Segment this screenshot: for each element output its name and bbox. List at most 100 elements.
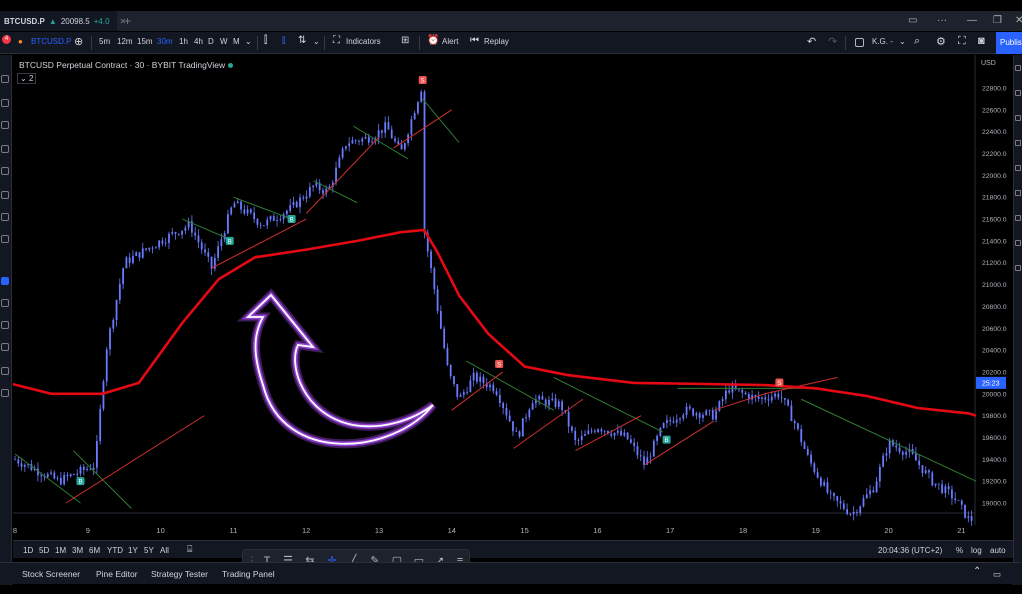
chevron-up-icon[interactable]: ⌃ [973, 566, 981, 577]
range-all[interactable]: All [160, 546, 169, 555]
pattern-icon[interactable] [1, 145, 9, 153]
indicators-button[interactable]: Indicators [346, 37, 381, 46]
tab-strategy-tester[interactable]: Strategy Tester [151, 569, 208, 579]
range-5y[interactable]: 5Y [144, 546, 154, 555]
tab-trading-panel[interactable]: Trading Panel [222, 569, 275, 579]
indicators-icon[interactable]: ⛶ [333, 35, 340, 46]
time-label: 18 [739, 526, 747, 535]
magnet-icon[interactable] [1, 321, 9, 329]
trash-icon[interactable] [1, 389, 9, 397]
range-3m[interactable]: 3M [72, 546, 83, 555]
prediction-icon[interactable] [1, 167, 9, 175]
interval-4h[interactable]: 4h [194, 37, 203, 46]
interval-5m[interactable]: 5m [99, 37, 110, 46]
indicator-collapse-toggle[interactable]: ⌄ 2 [17, 73, 37, 84]
alarm-icon[interactable]: ⏰ [427, 35, 439, 46]
candle-body [279, 219, 282, 220]
bar-style-icon[interactable]: ⫿ [264, 35, 267, 46]
layout-name[interactable]: K.G. - [872, 37, 893, 46]
compare-icon[interactable]: ⇅ [298, 35, 306, 46]
more-icon[interactable]: ··· [937, 15, 947, 26]
utc-clock[interactable]: 20:04:36 (UTC+2) [878, 546, 942, 555]
price-label: 22400.0 [982, 129, 1007, 136]
candle-body [580, 435, 583, 441]
crosshair-icon[interactable] [1, 75, 9, 83]
brush-icon[interactable] [1, 191, 9, 199]
layout-icon[interactable] [855, 38, 864, 47]
tab-pine-editor[interactable]: Pine Editor [96, 569, 138, 579]
help-icon[interactable] [1015, 265, 1021, 271]
trendline-icon[interactable] [1, 99, 9, 107]
candle-body [659, 427, 662, 436]
interval-m[interactable]: M [233, 37, 240, 46]
redo-icon[interactable]: ↷ [828, 35, 837, 48]
interval-15m[interactable]: 15m [137, 37, 153, 46]
hotlist-icon[interactable] [1015, 140, 1021, 146]
chart-tab[interactable]: BTCUSD.P ▲ 20098.5 +4.0 ✕ [0, 11, 126, 31]
tab-stock-screener[interactable]: Stock Screener [22, 569, 80, 579]
templates-icon[interactable]: ⊞ [401, 35, 409, 46]
candle-body [505, 408, 508, 416]
chevron-down-icon[interactable]: ⌄ [899, 37, 906, 46]
icons-icon[interactable] [1, 235, 9, 243]
replay-button[interactable]: Replay [484, 37, 509, 46]
candle-body [951, 489, 953, 499]
close-window-icon[interactable]: ✕ [1015, 15, 1022, 26]
price-label: 21400.0 [982, 238, 1007, 245]
goto-date-icon[interactable]: ⌸ [187, 544, 192, 555]
candle-body [865, 494, 868, 499]
fib-icon[interactable] [1, 121, 9, 129]
interval-1h[interactable]: 1h [179, 37, 188, 46]
range-1y[interactable]: 1Y [128, 546, 138, 555]
interval-12m[interactable]: 12m [117, 37, 133, 46]
range-1m[interactable]: 1M [55, 546, 66, 555]
interval-w[interactable]: W [220, 37, 228, 46]
gear-icon[interactable]: ⚙ [936, 35, 946, 48]
maximize-panel-icon[interactable]: ▭ [993, 569, 1001, 580]
price-axis[interactable]: USD 22800.0 22600.0 22400.0 22200.0 22000.0 21… [974, 55, 1013, 525]
notification-badge: 4 [2, 35, 11, 44]
maximize-icon[interactable]: ❐ [993, 15, 1002, 26]
alerts-icon[interactable] [1015, 90, 1021, 96]
add-symbol-icon[interactable]: ⊕ [74, 35, 83, 48]
range-1d[interactable]: 1D [23, 546, 33, 555]
candle-body [86, 468, 88, 470]
log-toggle[interactable]: log [971, 546, 982, 555]
lock-icon[interactable] [1, 343, 9, 351]
minimize-icon[interactable]: — [967, 15, 977, 26]
candle-body [240, 201, 242, 210]
symbol-search[interactable]: BTCUSD.P [31, 37, 71, 46]
range-6m[interactable]: 6M [89, 546, 100, 555]
data-window-icon[interactable] [1015, 115, 1021, 121]
percent-toggle[interactable]: % [956, 546, 963, 555]
chat-icon[interactable] [1015, 215, 1021, 221]
ideas-icon[interactable] [1015, 190, 1021, 196]
fullscreen-icon[interactable]: ⛶ [958, 35, 966, 48]
text-icon[interactable] [1, 213, 9, 221]
price-chart[interactable]: USD22800.022600.022400.022200.022000.021… [13, 55, 1013, 540]
new-tab-icon[interactable]: + [124, 14, 131, 28]
calendar-icon[interactable] [1015, 165, 1021, 171]
interval-30m[interactable]: 30m [157, 37, 173, 46]
ruler-icon[interactable] [1, 277, 9, 285]
watchlist-icon[interactable] [1015, 65, 1021, 71]
candle-body [384, 122, 387, 133]
candle-body [947, 486, 950, 490]
interval-d[interactable]: D [208, 37, 214, 46]
range-ytd[interactable]: YTD [107, 546, 123, 555]
candles-icon[interactable]: ⫾ [282, 35, 285, 46]
replay-icon[interactable]: ⏮ [470, 35, 479, 46]
screen-icon[interactable]: ▭ [908, 15, 917, 26]
eye-icon[interactable] [1, 367, 9, 375]
auto-toggle[interactable]: auto [990, 546, 1006, 555]
chevron-down-icon[interactable]: ⌄ [245, 37, 252, 46]
undo-icon[interactable]: ↶ [807, 35, 816, 48]
camera-icon[interactable]: ◙ [978, 35, 985, 47]
notifications-icon[interactable] [1015, 240, 1021, 246]
publish-button[interactable]: Publish [996, 32, 1022, 54]
zoom-icon[interactable] [1, 299, 9, 307]
range-5d[interactable]: 5D [39, 546, 49, 555]
chevron-down-icon[interactable]: ⌄ [313, 37, 320, 46]
search-icon[interactable]: ⌕ [914, 35, 920, 48]
alert-button[interactable]: Alert [442, 37, 458, 46]
